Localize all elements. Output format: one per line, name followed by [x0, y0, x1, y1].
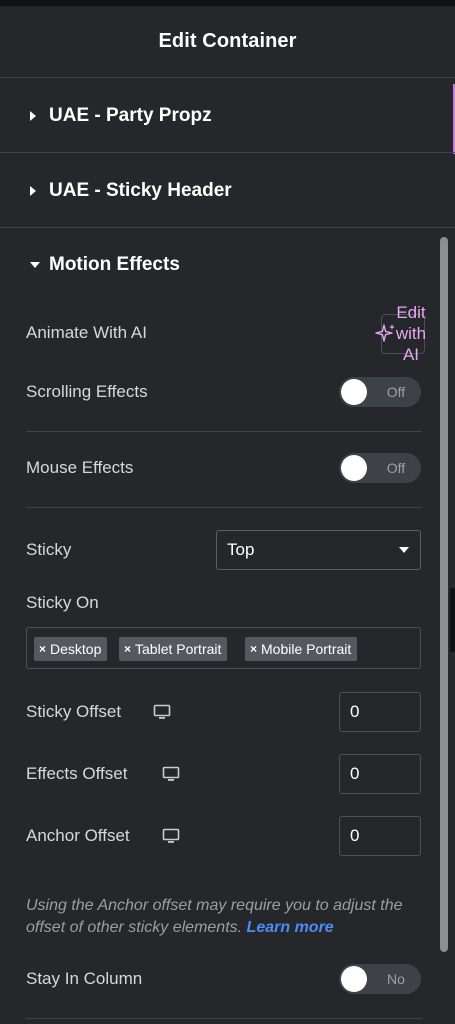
section-label: UAE - Party Propz — [49, 104, 212, 126]
monitor-icon[interactable] — [153, 704, 171, 720]
animate-with-ai-label: Animate With AI — [26, 323, 147, 342]
divider — [26, 1018, 422, 1019]
monitor-icon[interactable] — [162, 766, 180, 782]
anchor-offset-note: Using the Anchor offset may require you … — [26, 895, 426, 939]
anchor-offset-label: Anchor Offset — [26, 826, 130, 845]
tag-desktop[interactable]: × Desktop — [34, 637, 108, 661]
panel-header: Edit Container — [0, 6, 455, 78]
edge-marker — [450, 588, 455, 652]
section-uae-party-propz[interactable]: UAE - Party Propz — [0, 79, 455, 153]
scrollbar-thumb[interactable] — [440, 237, 448, 952]
effects-offset-input[interactable]: 0 — [339, 754, 421, 794]
section-motion-effects[interactable]: Motion Effects — [0, 228, 455, 302]
close-icon[interactable]: × — [250, 642, 257, 656]
caret-right-icon — [29, 110, 43, 122]
close-icon[interactable]: × — [39, 642, 46, 656]
note-text: Using the Anchor offset may require you … — [26, 897, 403, 936]
section-label: Motion Effects — [49, 254, 180, 275]
toggle-knob — [341, 455, 367, 481]
tag-tablet-portrait[interactable]: × Tablet Portrait — [119, 637, 228, 661]
mouse-effects-toggle[interactable]: Off — [339, 453, 421, 483]
sticky-on-label: Sticky On — [26, 593, 99, 612]
caret-down-icon — [29, 261, 43, 269]
section-uae-sticky-header[interactable]: UAE - Sticky Header — [0, 154, 455, 228]
edit-with-ai-text[interactable]: Edit with AI — [388, 302, 434, 365]
mouse-effects-label: Mouse Effects — [26, 458, 134, 477]
panel-title: Edit Container — [158, 30, 297, 52]
anchor-offset-input[interactable]: 0 — [339, 816, 421, 856]
section-label: UAE - Sticky Header — [49, 179, 232, 201]
monitor-icon[interactable] — [162, 828, 180, 844]
learn-more-link[interactable]: Learn more — [247, 919, 334, 936]
chevron-down-icon — [399, 547, 409, 553]
stay-in-column-toggle[interactable]: No — [339, 964, 421, 994]
scrolling-effects-label: Scrolling Effects — [26, 382, 148, 401]
toggle-state: No — [387, 971, 405, 987]
divider — [26, 507, 422, 508]
close-icon[interactable]: × — [124, 642, 131, 656]
sticky-offset-input[interactable]: 0 — [339, 692, 421, 732]
caret-right-icon — [29, 185, 43, 197]
effects-offset-label: Effects Offset — [26, 764, 128, 783]
toggle-knob — [341, 379, 367, 405]
scrolling-effects-toggle[interactable]: Off — [339, 377, 421, 407]
sticky-select[interactable]: Top — [216, 530, 421, 570]
toggle-state: Off — [386, 460, 406, 476]
sticky-select-value: Top — [227, 540, 255, 559]
divider — [26, 431, 422, 432]
tag-mobile-portrait[interactable]: × Mobile Portrait — [245, 637, 358, 661]
toggle-knob — [341, 966, 367, 992]
stay-in-column-label: Stay In Column — [26, 969, 143, 988]
sticky-offset-label: Sticky Offset — [26, 702, 122, 721]
toggle-state: Off — [386, 384, 406, 400]
sticky-label: Sticky — [26, 540, 72, 559]
